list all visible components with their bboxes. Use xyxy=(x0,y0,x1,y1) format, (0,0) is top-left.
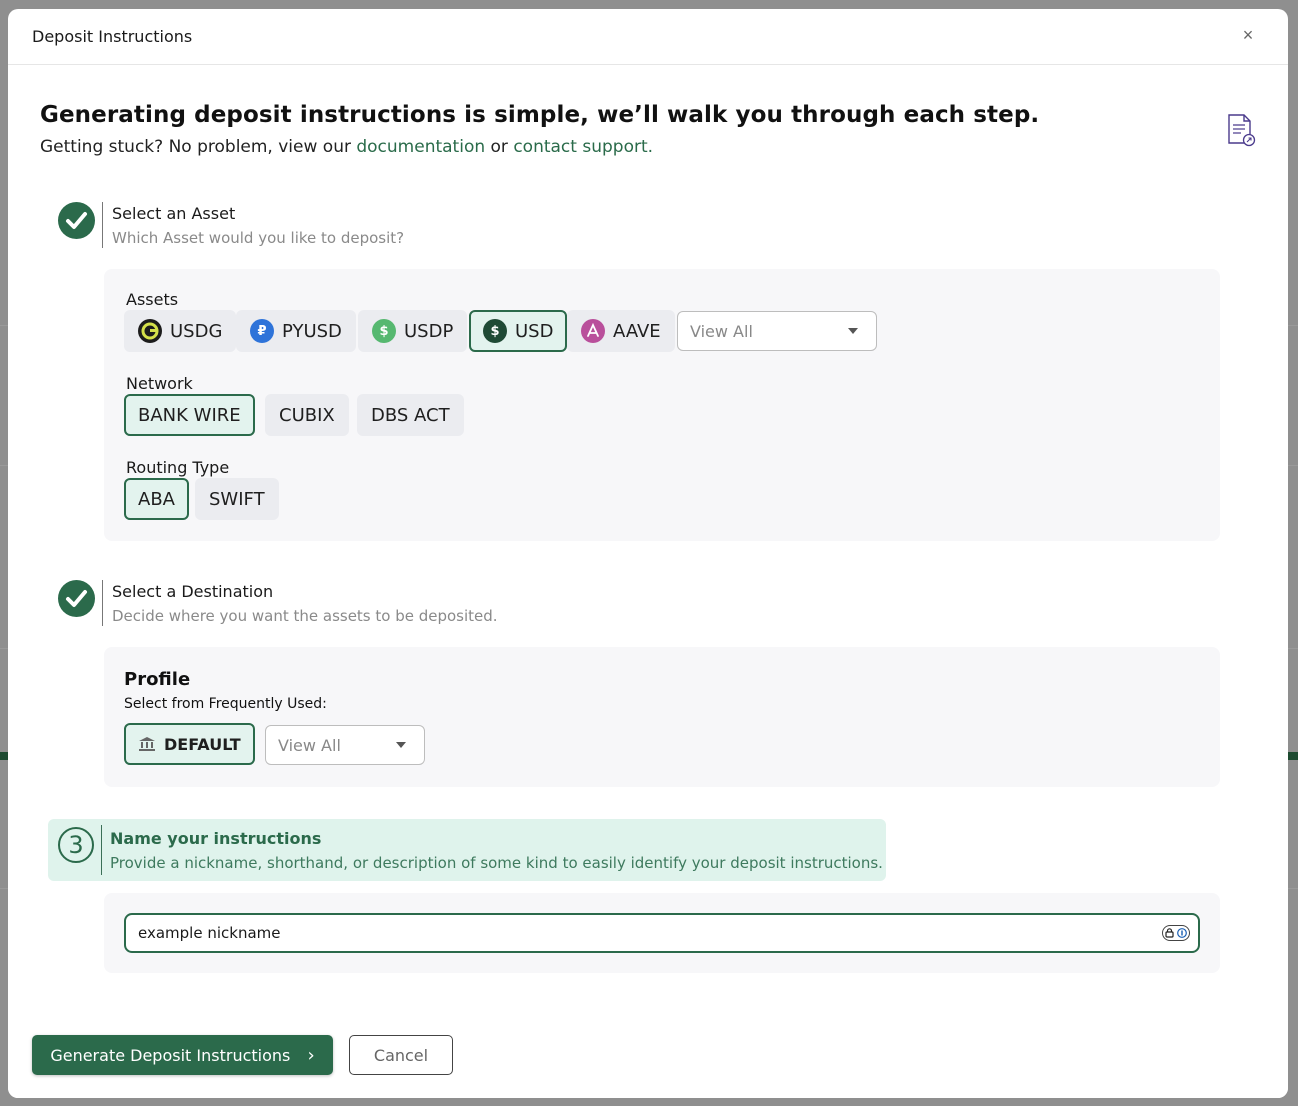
step-number-badge: 3 xyxy=(58,827,94,863)
modal-title: Deposit Instructions xyxy=(32,27,193,46)
network-chip-dbs-act[interactable]: DBS ACT xyxy=(357,394,464,436)
asset-label: USD xyxy=(515,320,554,342)
step-divider xyxy=(102,580,103,626)
network-chip-cubix[interactable]: CUBIX xyxy=(265,394,349,436)
asset-label: PYUSD xyxy=(282,320,342,342)
nickname-panel xyxy=(104,893,1220,973)
step-description: Provide a nickname, shorthand, or descri… xyxy=(110,854,883,872)
documentation-link[interactable]: documentation xyxy=(356,137,485,157)
step-divider xyxy=(102,202,103,248)
step-complete-check-icon xyxy=(58,580,95,617)
nickname-input[interactable] xyxy=(124,913,1200,953)
password-manager-icon[interactable] xyxy=(1162,925,1190,941)
document-link-icon[interactable] xyxy=(1226,113,1256,147)
modal-header: Deposit Instructions × xyxy=(8,9,1288,65)
destination-panel: Profile Select from Frequently Used: DEF… xyxy=(104,647,1220,787)
routing-label-text: SWIFT xyxy=(209,488,265,510)
asset-label: AAVE xyxy=(613,320,661,342)
button-label: Generate Deposit Instructions xyxy=(50,1045,291,1065)
pyusd-icon: ₽ xyxy=(250,319,274,343)
dropdown-value: View All xyxy=(278,735,341,755)
step-name-instructions: 3 Name your instructions Provide a nickn… xyxy=(48,819,886,881)
step-title: Name your instructions xyxy=(110,829,322,848)
chevron-right-icon: › xyxy=(307,1044,315,1066)
generate-deposit-instructions-button[interactable]: Generate Deposit Instructions › xyxy=(32,1035,333,1075)
deposit-instructions-modal: Deposit Instructions × Generating deposi… xyxy=(8,9,1288,1098)
routing-label-text: ABA xyxy=(138,488,175,510)
usdp-icon: $ xyxy=(372,319,396,343)
profile-chip-default[interactable]: DEFAULT xyxy=(124,723,255,765)
step-description: Decide where you want the assets to be d… xyxy=(112,607,498,625)
step-description: Which Asset would you like to deposit? xyxy=(112,229,405,247)
profile-heading: Profile xyxy=(124,669,191,690)
assets-view-all-dropdown[interactable]: View All xyxy=(677,311,877,351)
network-label: Network xyxy=(126,374,193,393)
step-title: Select a Destination xyxy=(112,582,274,601)
network-chip-bank-wire[interactable]: BANK WIRE xyxy=(124,394,255,436)
asset-chip-usd[interactable]: $ USD xyxy=(469,310,568,352)
routing-chip-swift[interactable]: SWIFT xyxy=(195,478,279,520)
usd-icon: $ xyxy=(483,319,507,343)
subtitle-prefix: Getting stuck? No problem, view our xyxy=(40,137,357,157)
asset-chip-usdp[interactable]: $ USDP xyxy=(358,310,468,352)
background-accent-bar xyxy=(1288,752,1298,760)
routing-chip-aba[interactable]: ABA xyxy=(124,478,189,520)
assets-label: Assets xyxy=(126,290,179,309)
network-label-text: CUBIX xyxy=(279,404,335,426)
asset-label: USDP xyxy=(404,320,454,342)
asset-label: USDG xyxy=(170,320,223,342)
contact-support-link[interactable]: contact support. xyxy=(513,137,653,157)
chevron-down-icon xyxy=(848,328,858,334)
dropdown-value: View All xyxy=(690,321,753,341)
asset-chip-aave[interactable]: AAVE xyxy=(567,310,675,352)
network-label-text: BANK WIRE xyxy=(138,404,241,426)
profile-label: DEFAULT xyxy=(164,734,241,754)
asset-chip-usdg[interactable]: USDG xyxy=(124,310,237,352)
page-title: Generating deposit instructions is simpl… xyxy=(40,102,1040,128)
asset-chip-pyusd[interactable]: ₽ PYUSD xyxy=(236,310,356,352)
modal-footer: Generate Deposit Instructions › Cancel xyxy=(8,1011,1288,1098)
chevron-down-icon xyxy=(396,742,406,748)
asset-selection-panel: Assets USDG ₽ PYUSD $ USDP $ USD AAVE Vi… xyxy=(104,269,1220,541)
background-accent-bar xyxy=(0,752,8,760)
close-icon[interactable]: × xyxy=(1238,25,1258,45)
aave-icon xyxy=(581,319,605,343)
subtitle-middle: or xyxy=(485,137,514,157)
routing-type-label: Routing Type xyxy=(126,458,230,477)
step-divider xyxy=(101,825,102,875)
network-label-text: DBS ACT xyxy=(371,404,450,426)
profile-subheading: Select from Frequently Used: xyxy=(124,696,327,712)
page-subtitle: Getting stuck? No problem, view our docu… xyxy=(40,137,653,157)
bank-icon xyxy=(139,737,155,751)
cancel-button[interactable]: Cancel xyxy=(349,1035,453,1075)
step-title: Select an Asset xyxy=(112,204,236,223)
step-complete-check-icon xyxy=(58,202,95,239)
usdg-icon xyxy=(138,319,162,343)
profile-view-all-dropdown[interactable]: View All xyxy=(265,725,425,765)
